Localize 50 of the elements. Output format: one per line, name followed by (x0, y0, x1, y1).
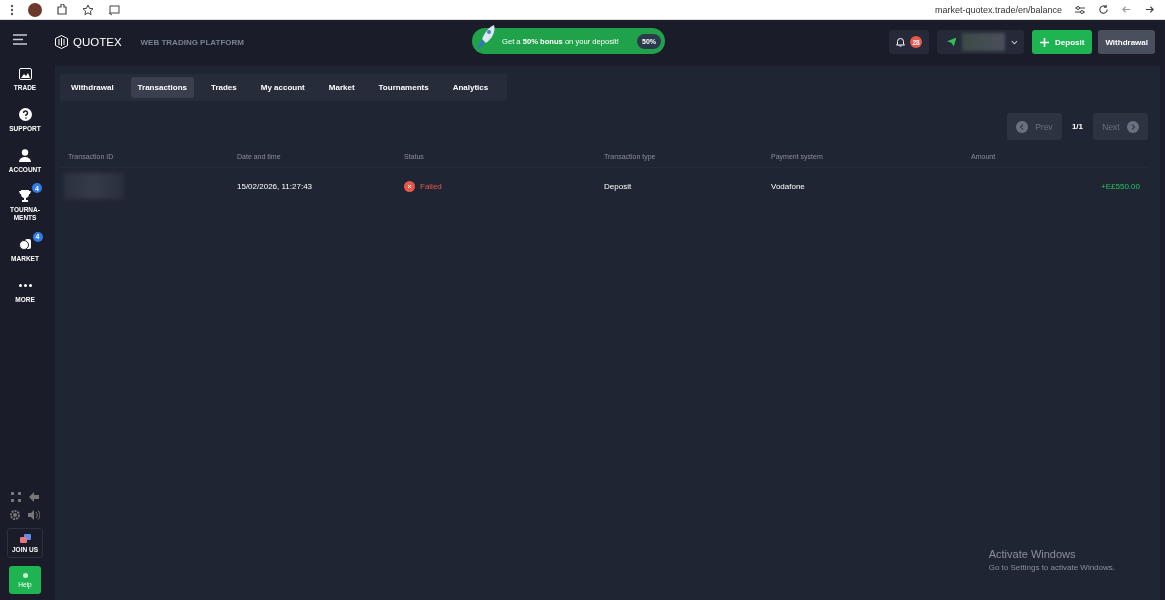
tab[interactable]: Transactions (130, 77, 194, 98)
social-icon (18, 533, 32, 544)
tab[interactable]: Analytics (445, 77, 496, 98)
tab[interactable]: Market (321, 77, 362, 98)
trophy-icon (19, 189, 31, 202)
address-bar-url[interactable]: market-quotex.trade/en/balance (934, 4, 1062, 15)
settings-sliders-icon[interactable] (1074, 4, 1086, 15)
logo-icon (55, 35, 68, 49)
reload-icon[interactable] (1098, 4, 1109, 15)
menu-dots-icon[interactable] (10, 3, 14, 16)
speaker-icon[interactable] (28, 510, 40, 520)
fullscreen-icon[interactable] (11, 492, 21, 502)
logo-text: QUOTEX (73, 36, 122, 48)
chevron-right-icon (1126, 120, 1139, 133)
tab[interactable]: My account (253, 77, 312, 98)
activation-title: Activate Windows (988, 548, 1077, 560)
amount-cell: +E£550.00 (1101, 181, 1140, 191)
menu-icon[interactable] (13, 34, 27, 45)
page-indicator: 1/1 (1071, 122, 1083, 131)
platform-subtitle: WEB TRADING PLATFORM (140, 37, 244, 47)
star-icon[interactable] (82, 3, 94, 16)
status-text: Failed (420, 181, 442, 191)
paper-plane-icon (947, 37, 957, 47)
blurred-account-name (962, 33, 1006, 51)
tab[interactable]: Trades (203, 77, 244, 98)
tab[interactable]: Tournaments (371, 77, 436, 98)
back-arrow-icon[interactable] (1121, 4, 1132, 15)
more-dots-icon (18, 283, 32, 287)
chevron-left-icon (1016, 120, 1029, 133)
plus-icon (1040, 37, 1050, 47)
tab[interactable]: Withdrawal (64, 77, 121, 98)
table-cell: Vodafone (771, 181, 805, 191)
withdrawal-button[interactable]: Withdrawal (1098, 30, 1155, 54)
table-cell: Deposit (604, 181, 632, 191)
table-cell: 15/02/2026, 11:27:43 (237, 181, 313, 191)
help-bubble-icon (18, 107, 32, 121)
avatar-icon[interactable] (28, 2, 42, 17)
person-icon (19, 148, 31, 162)
extension-icon[interactable] (56, 3, 68, 16)
bell-icon (896, 37, 906, 47)
forward-arrow-icon[interactable] (1144, 4, 1155, 15)
dot-icon (22, 572, 28, 578)
arrow-left-icon[interactable] (29, 492, 39, 502)
cast-icon[interactable] (108, 3, 120, 16)
activation-text: Go to Settings to activate Windows. (988, 563, 1115, 572)
coins-icon (18, 238, 32, 251)
failed-icon (404, 180, 415, 192)
chevron-down-icon (1011, 39, 1019, 45)
settings-icon[interactable] (10, 510, 20, 520)
chart-icon (18, 67, 32, 80)
